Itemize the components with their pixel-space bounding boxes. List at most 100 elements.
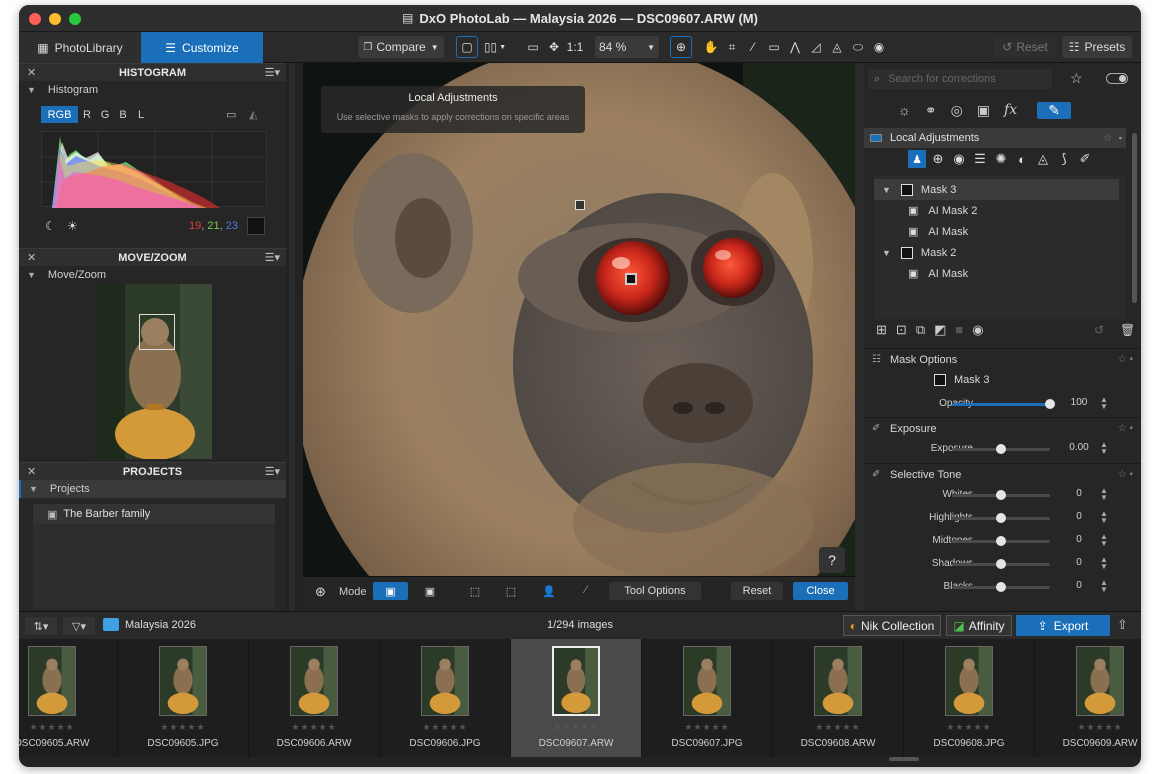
effects-tab-icon[interactable]: fx bbox=[1004, 102, 1017, 118]
menu-icon[interactable]: ☰▾ bbox=[265, 465, 280, 478]
left-panel-splitter[interactable] bbox=[289, 63, 295, 611]
projects-header[interactable]: ✕ PROJECTS ☰▾ bbox=[19, 462, 286, 480]
filmstrip-thumbnail[interactable]: ★★★★★ DSC09605.JPG bbox=[118, 639, 249, 757]
slider-knob[interactable] bbox=[996, 582, 1006, 592]
local-adjust-tool[interactable]: ◿ bbox=[807, 36, 825, 58]
mask-control-point[interactable] bbox=[575, 200, 585, 210]
stepper-icon[interactable]: ▲ ▼ bbox=[1100, 510, 1108, 525]
split-view-button[interactable]: ▯▯ ▼ bbox=[479, 36, 511, 58]
tool-options-button[interactable]: Tool Options bbox=[609, 582, 701, 600]
exposure-slider[interactable] bbox=[952, 444, 1050, 454]
new-mask-icon[interactable]: ⊞ bbox=[876, 322, 887, 338]
ai-mask-add-tool[interactable]: ▣ bbox=[418, 582, 442, 600]
control-point-icon[interactable]: ⊕ bbox=[929, 150, 947, 168]
shadows-value[interactable]: 0 bbox=[1062, 557, 1096, 571]
right-panel-splitter[interactable] bbox=[855, 63, 864, 611]
image-viewer[interactable]: Local Adjustments Use selective masks to… bbox=[303, 63, 855, 576]
stepper-icon[interactable]: ▲ ▼ bbox=[1100, 396, 1108, 411]
repair-tool[interactable]: ⬭ bbox=[849, 36, 867, 58]
slider-knob[interactable] bbox=[996, 444, 1006, 454]
close-icon[interactable]: ✕ bbox=[27, 251, 36, 264]
opacity-slider[interactable] bbox=[952, 399, 1055, 409]
select-tool[interactable]: ⬚ bbox=[463, 582, 487, 600]
projects-subheader[interactable]: ▼ Projects bbox=[19, 480, 286, 498]
person-tool[interactable]: 👤 bbox=[537, 582, 561, 600]
channel-rgb[interactable]: RGB bbox=[41, 106, 78, 123]
rating-stars[interactable]: ★★★★★ bbox=[19, 722, 117, 733]
rating-stars[interactable]: ★★★★★ bbox=[1035, 722, 1141, 733]
brush-add-icon[interactable]: ⟆ bbox=[1055, 150, 1073, 168]
slider-knob[interactable] bbox=[996, 559, 1006, 569]
perspective-tool[interactable]: ⋀ bbox=[786, 36, 804, 58]
whites-value[interactable]: 0 bbox=[1062, 488, 1096, 502]
trash-icon[interactable]: 🗑 bbox=[1120, 323, 1135, 337]
channel-b[interactable]: B bbox=[114, 106, 132, 123]
reset-button[interactable]: ↺ Reset bbox=[994, 36, 1056, 58]
single-view-button[interactable]: ▢ bbox=[456, 36, 478, 58]
midtones-value[interactable]: 0 bbox=[1062, 534, 1096, 548]
highlights-value[interactable]: 0 bbox=[1062, 511, 1096, 525]
customize-tab[interactable]: ☰ Customize bbox=[141, 32, 263, 63]
selective-tone-header[interactable]: ✐ Selective Tone ☆ ▪ bbox=[864, 463, 1141, 485]
exposure-header[interactable]: ✐ Exposure ☆ ▪ bbox=[864, 417, 1141, 439]
rating-stars[interactable]: ★★★★★ bbox=[642, 722, 772, 733]
zoom-select[interactable]: 84 % ▼ bbox=[595, 36, 659, 58]
slider-knob[interactable] bbox=[996, 536, 1006, 546]
star-icon[interactable]: ☆ ▪ bbox=[1118, 423, 1133, 434]
control-line-icon[interactable]: ◉ bbox=[950, 150, 968, 168]
slider-knob[interactable] bbox=[996, 490, 1006, 500]
channel-r[interactable]: R bbox=[78, 106, 96, 123]
close-icon[interactable]: ✕ bbox=[27, 465, 36, 478]
affinity-button[interactable]: ◪ Affinity bbox=[946, 615, 1012, 636]
filmstrip-thumbnail[interactable]: ★★★★★ DSC09608.JPG bbox=[904, 639, 1035, 757]
local-tab-icon[interactable]: ✎ bbox=[1037, 101, 1072, 119]
mask-row[interactable]: ▣ AI Mask 2 bbox=[886, 200, 1129, 221]
white-balance-tool[interactable]: ⁄ bbox=[744, 36, 762, 58]
select-add-tool[interactable]: ⬚ bbox=[499, 582, 523, 600]
toggle-switch[interactable] bbox=[1106, 73, 1128, 84]
filmstrip-scrollbar[interactable] bbox=[889, 757, 919, 761]
filmstrip-thumbnail[interactable]: ★★★★★ DSC09606.ARW bbox=[249, 639, 380, 757]
stepper-icon[interactable]: ▲ ▼ bbox=[1100, 441, 1108, 456]
stepper-icon[interactable]: ▲ ▼ bbox=[1100, 487, 1108, 502]
blacks-value[interactable]: 0 bbox=[1062, 580, 1096, 594]
star-icon[interactable]: ☆ bbox=[1070, 70, 1083, 87]
mask-row[interactable]: ▼ Mask 2 bbox=[874, 242, 1117, 263]
eraser-icon[interactable]: ◐ bbox=[1013, 150, 1031, 168]
rating-stars[interactable]: ★★★★★ bbox=[249, 722, 379, 733]
blacks-slider[interactable] bbox=[952, 582, 1050, 592]
mask-row[interactable]: ▣ AI Mask bbox=[886, 263, 1129, 284]
crop-tool[interactable]: ⌗ bbox=[723, 36, 741, 58]
exposure-value[interactable]: 0.00 bbox=[1062, 442, 1096, 456]
redeye-tool[interactable]: ◬ bbox=[828, 36, 846, 58]
undo-icon[interactable]: ↺ bbox=[1094, 323, 1104, 337]
filmstrip-thumbnail[interactable]: ★★★★★ DSC09608.ARW bbox=[773, 639, 904, 757]
color-tab-icon[interactable]: ⚭ bbox=[925, 102, 937, 119]
gamut-icon[interactable]: ◭ bbox=[249, 108, 257, 121]
monitor-icon[interactable]: ▭ bbox=[226, 108, 236, 121]
slider-knob[interactable] bbox=[1045, 399, 1055, 409]
channel-l[interactable]: L bbox=[132, 106, 150, 123]
invert-mask-icon[interactable]: ◩ bbox=[934, 322, 946, 338]
rating-stars[interactable]: ★★★★★ bbox=[773, 722, 903, 733]
mask-row[interactable]: ▼ Mask 3 bbox=[874, 179, 1119, 200]
feather-mask-icon[interactable]: ■ bbox=[955, 322, 963, 338]
movezoom-subheader[interactable]: ▼ Move/Zoom bbox=[19, 266, 286, 284]
detail-tab-icon[interactable]: ◎ bbox=[951, 102, 963, 119]
show-mask-icon[interactable]: ◉ bbox=[972, 322, 983, 338]
filmstrip-thumbnail[interactable]: ★★★★★ DSC09607.JPG bbox=[642, 639, 773, 757]
preview-toggle[interactable]: ◉ bbox=[870, 36, 888, 58]
highlight-clipping-icon[interactable]: ☀ bbox=[67, 219, 78, 233]
horizon-tool[interactable]: ▭ bbox=[765, 36, 783, 58]
movezoom-header[interactable]: ✕ MOVE/ZOOM ☰▾ bbox=[19, 248, 286, 266]
whites-slider[interactable] bbox=[952, 490, 1050, 500]
filmstrip-thumbnail[interactable]: ★★★★★ DSC09609.ARW bbox=[1035, 639, 1141, 757]
duplicate-mask-icon[interactable]: ⧉ bbox=[916, 322, 925, 338]
help-button[interactable]: ? bbox=[819, 547, 845, 573]
mask-options-header[interactable]: ☷ Mask Options ☆ ▪ bbox=[864, 348, 1141, 370]
auto-mask-icon[interactable]: ✺ bbox=[992, 150, 1010, 168]
add-sub-mask-icon[interactable]: ⊡ bbox=[896, 322, 907, 338]
shadows-slider[interactable] bbox=[952, 559, 1050, 569]
star-icon[interactable]: ☆ ▪ bbox=[1118, 354, 1133, 365]
close-window-button[interactable] bbox=[29, 13, 41, 25]
